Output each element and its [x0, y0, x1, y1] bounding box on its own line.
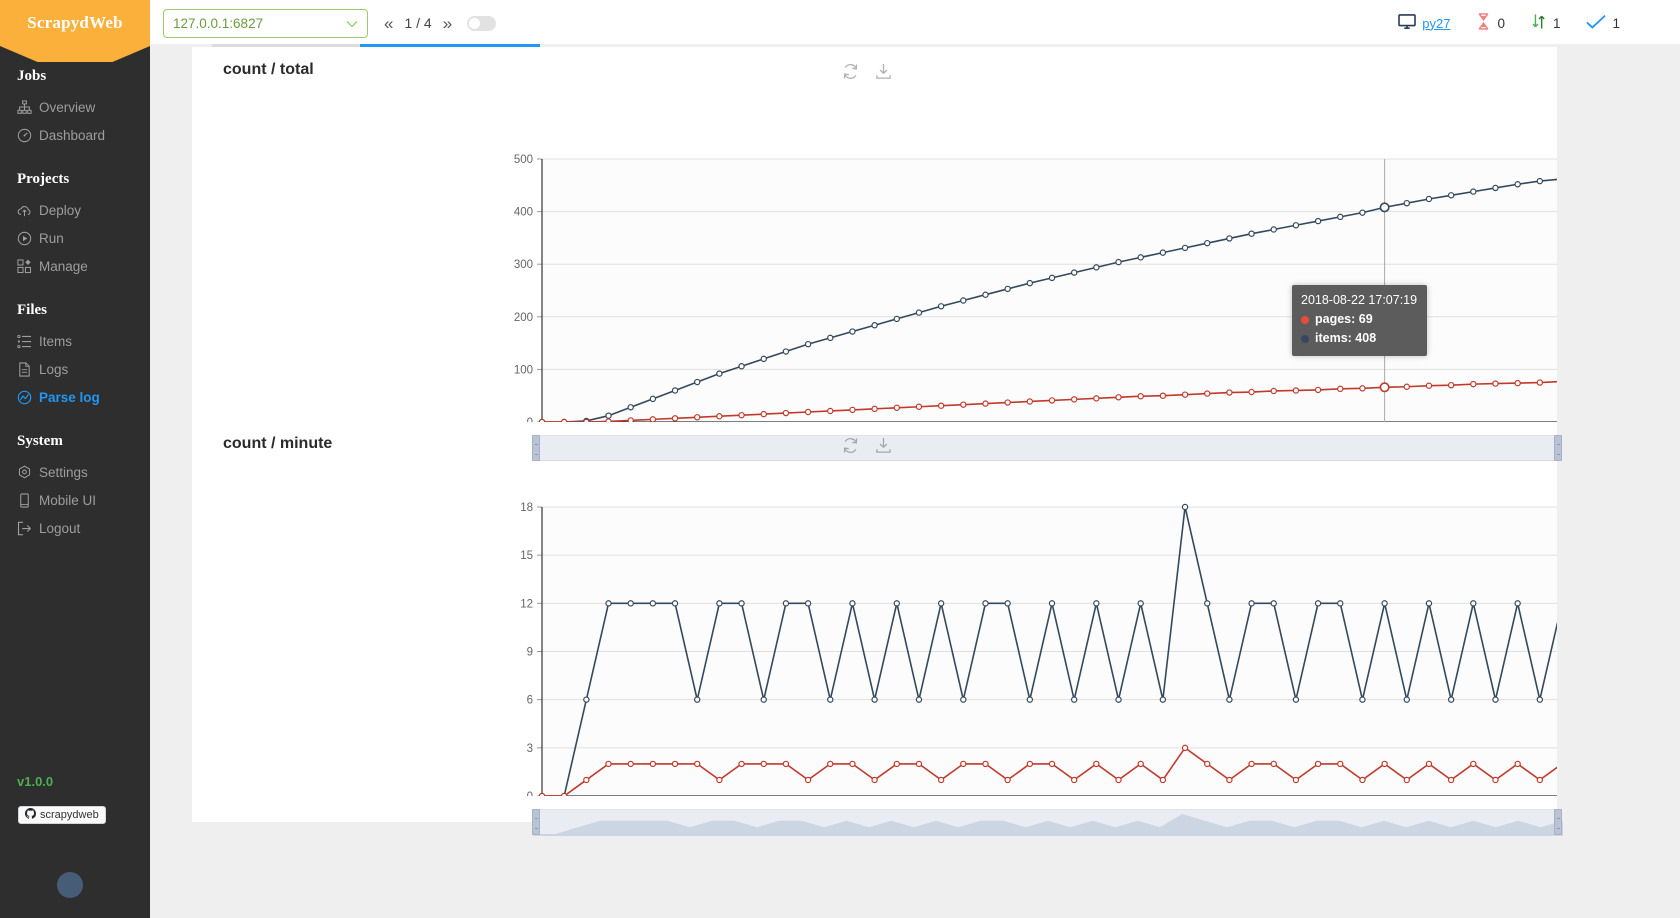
mobile-icon	[17, 492, 39, 508]
sidebar-item-logs[interactable]: Logs	[0, 355, 150, 383]
svg-text:400: 400	[514, 207, 533, 219]
github-icon	[25, 808, 36, 822]
python-version-link[interactable]: py27	[1422, 16, 1450, 31]
svg-text:12: 12	[520, 598, 533, 610]
hourglass-icon	[1476, 13, 1491, 33]
sidebar-item-label: Overview	[39, 99, 96, 115]
running-jobs-count: 1	[1552, 15, 1561, 31]
github-badge[interactable]: scrapydweb	[18, 806, 106, 824]
sidebar-item-label: Logs	[39, 361, 69, 377]
sidebar-item-label: Deploy	[39, 202, 82, 218]
server-select-value: 127.0.0.1:6827	[173, 15, 264, 31]
svg-text:0: 0	[527, 417, 533, 422]
sidebar-heading-jobs: Jobs	[17, 68, 47, 84]
server-select[interactable]: 127.0.0.1:6827	[163, 8, 368, 38]
document-icon	[17, 361, 39, 377]
header: 127.0.0.1:6827 « 1 / 4 » py27 0 1 1	[150, 0, 1680, 46]
chart-1-plot[interactable]: 01002003004005002018-08-22 16:26:192018-…	[192, 77, 1557, 422]
play-circle-icon	[17, 230, 39, 246]
charts-card: count / total 01002003004005002018-08-22…	[192, 47, 1563, 836]
chart-2-datazoom-preview	[533, 814, 1563, 836]
sidebar-item-manage[interactable]: Manage	[0, 252, 150, 280]
chart-tooltip: 2018-08-22 17:07:19 pages: 69 items: 408	[1292, 285, 1427, 356]
logo-banner[interactable]: ScrapydWeb	[0, 0, 150, 46]
tooltip-title: 2018-08-22 17:07:19	[1301, 293, 1418, 307]
svg-text:0: 0	[527, 791, 533, 796]
svg-text:300: 300	[514, 259, 533, 271]
sidebar-nav: Jobs Overview Dashboard Projects Deploy Run Ma…	[0, 68, 150, 542]
stat-finished-jobs[interactable]: 1	[1586, 14, 1620, 33]
sidebar-item-label: Dashboard	[39, 127, 106, 143]
pager-count: 1 / 4	[404, 15, 432, 31]
sidebar-item-settings[interactable]: Settings	[0, 458, 150, 486]
sidebar-item-overview[interactable]: Overview	[0, 93, 150, 121]
svg-text:3: 3	[527, 743, 533, 755]
chevron-down-icon	[346, 16, 358, 31]
chart-2-datazoom-handle-left[interactable]	[532, 809, 540, 835]
pager-prev-button[interactable]: «	[384, 15, 393, 32]
tooltip-dot-pages	[1301, 315, 1309, 324]
tooltip-row-pages: pages: 69	[1301, 310, 1418, 329]
sidebar-heading-projects: Projects	[17, 171, 70, 187]
sidebar-item-run[interactable]: Run	[0, 224, 150, 252]
sidebar-item-label: Manage	[39, 258, 88, 274]
arrows-icon	[1531, 13, 1547, 33]
sidebar-item-label: Items	[39, 333, 73, 349]
sidebar-heading-files: Files	[17, 302, 47, 318]
sidebar: ScrapydWeb Jobs Overview Dashboard Projects…	[0, 0, 150, 918]
sidebar-item-mobile-ui[interactable]: Mobile UI	[0, 486, 150, 514]
gauge-icon	[17, 127, 39, 143]
header-stats: py27 0 1 1	[1398, 13, 1680, 33]
sidebar-item-items[interactable]: Items	[0, 327, 150, 355]
sidebar-item-label: Parse log	[39, 389, 100, 405]
sidebar-item-label: Settings	[39, 464, 88, 480]
sidebar-item-label: Mobile UI	[39, 492, 97, 508]
pager-next-button[interactable]: »	[443, 15, 452, 32]
tooltip-dot-items	[1301, 334, 1309, 343]
sidebar-item-parse-log[interactable]: Parse log	[0, 383, 150, 411]
main-content: count / total 01002003004005002018-08-22…	[150, 47, 1680, 918]
svg-text:500: 500	[514, 154, 533, 166]
check-icon	[1586, 14, 1607, 33]
scroll-to-top-button[interactable]	[57, 872, 83, 898]
svg-text:100: 100	[514, 364, 533, 376]
sidebar-item-label: Logout	[39, 520, 81, 536]
svg-text:15: 15	[520, 550, 533, 562]
stat-python-version[interactable]: py27	[1398, 13, 1450, 33]
sidebar-item-logout[interactable]: Logout	[0, 514, 150, 542]
stat-pending-jobs[interactable]: 0	[1476, 13, 1505, 33]
svg-text:6: 6	[527, 695, 533, 707]
auto-refresh-toggle[interactable]	[467, 15, 497, 31]
app-logo-text: ScrapydWeb	[27, 13, 123, 32]
tooltip-label-items: items: 408	[1315, 331, 1377, 345]
chart-2-plot[interactable]: 03691215182018-08-22 16:26:192018-08-22 …	[192, 451, 1557, 796]
sitemap-icon	[17, 99, 39, 115]
pager: « 1 / 4 »	[384, 15, 497, 32]
logout-icon	[17, 520, 39, 536]
chart-2-datazoom[interactable]	[532, 809, 1563, 836]
sidebar-item-label: Run	[39, 230, 64, 246]
svg-text:18: 18	[520, 502, 533, 514]
sidebar-item-dashboard[interactable]: Dashboard	[0, 121, 150, 149]
version-label: v1.0.0	[17, 774, 54, 789]
grid-icon	[17, 258, 39, 274]
cloud-upload-icon	[17, 202, 39, 218]
stat-running-jobs[interactable]: 1	[1531, 13, 1561, 33]
list-icon	[17, 333, 39, 349]
monitor-icon	[1398, 13, 1417, 33]
pending-jobs-count: 0	[1497, 15, 1505, 31]
github-badge-label: scrapydweb	[40, 809, 99, 821]
chart-circle-icon	[17, 389, 39, 405]
tooltip-row-items: items: 408	[1301, 329, 1418, 348]
chart-2-datazoom-handle-right[interactable]	[1554, 809, 1562, 835]
sidebar-item-deploy[interactable]: Deploy	[0, 196, 150, 224]
tooltip-label-pages: pages: 69	[1315, 312, 1373, 326]
settings-icon	[17, 464, 39, 480]
svg-text:9: 9	[527, 647, 533, 659]
svg-text:200: 200	[514, 312, 533, 324]
finished-jobs-count: 1	[1612, 15, 1620, 31]
sidebar-heading-system: System	[17, 433, 63, 449]
